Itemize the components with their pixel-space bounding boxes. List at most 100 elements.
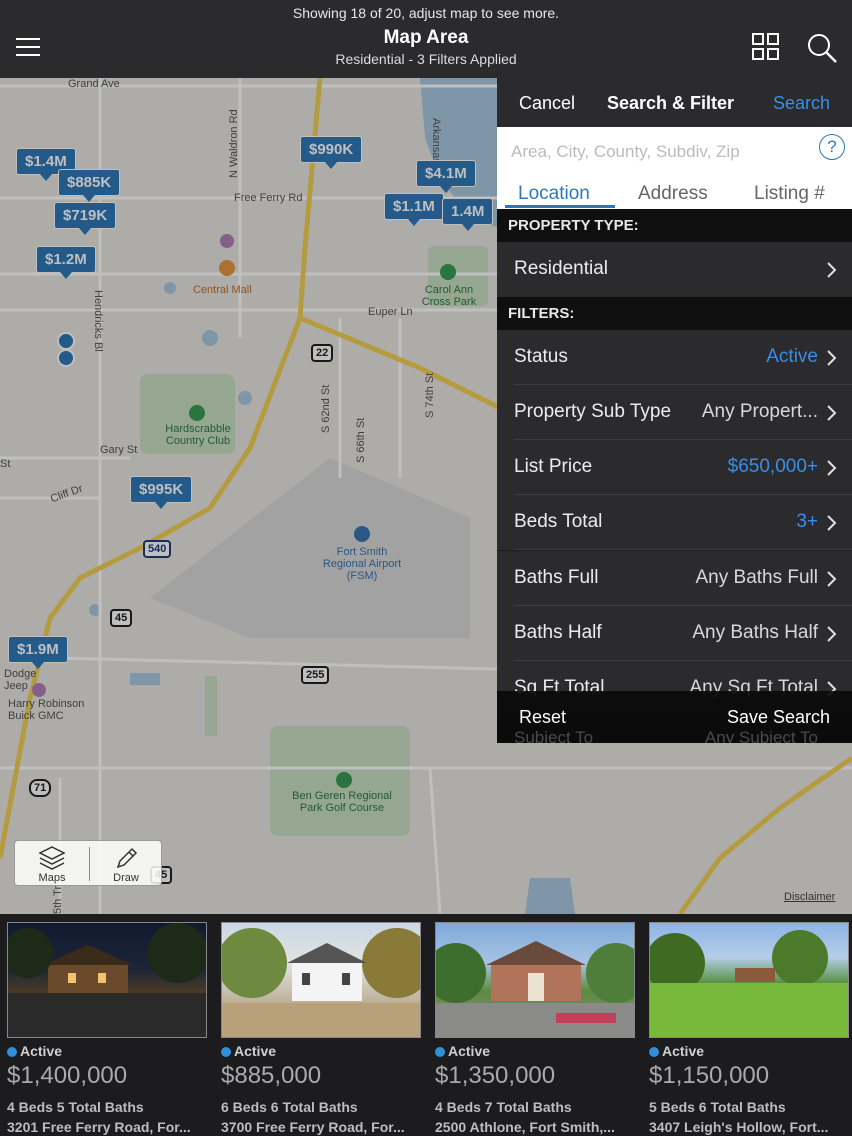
listing-beds-baths: 5 Beds 6 Total Baths xyxy=(649,1099,786,1115)
map-price-pin[interactable]: $719K xyxy=(54,202,117,235)
listing-status: Active xyxy=(649,1043,704,1059)
maps-layers-button[interactable]: Maps xyxy=(15,841,89,887)
interstate-shield: 540 xyxy=(143,540,172,558)
car-dealer-icon xyxy=(32,683,46,697)
filter-label: Status xyxy=(514,346,568,367)
filter-value: Any Propert... xyxy=(701,401,818,422)
listing-carousel: Active $1,400,000 4 Beds 5 Total Baths 3… xyxy=(0,914,852,1136)
save-search-button[interactable]: Save Search xyxy=(727,707,830,728)
app-root: Showing 18 of 20, adjust map to see more… xyxy=(0,0,852,1136)
map-label-ben-geren: Ben Geren Regional Park Golf Course xyxy=(292,790,392,814)
active-tab-indicator xyxy=(505,205,615,208)
filter-value: 3+ xyxy=(796,511,818,532)
hospital-icon xyxy=(220,234,234,248)
filter-row-baths-full[interactable]: Baths Full Any Baths Full xyxy=(497,551,852,606)
listing-status-text: Active xyxy=(234,1043,277,1059)
search-button[interactable]: Search xyxy=(773,93,830,114)
park-icon xyxy=(336,772,352,788)
filter-value: Active xyxy=(766,346,818,367)
page-subtitle: Residential - 3 Filters Applied xyxy=(335,51,517,67)
map-listing-dot[interactable] xyxy=(57,332,75,350)
map-price-pin[interactable]: $1.9M xyxy=(8,636,68,669)
map-label-grand-ave: Grand Ave xyxy=(68,78,120,90)
filter-row-beds-total[interactable]: Beds Total 3+ xyxy=(497,495,852,550)
map-label-hardscrabble: Hardscrabble Country Club xyxy=(165,423,231,447)
maps-label: Maps xyxy=(38,872,66,884)
search-icon[interactable] xyxy=(806,32,838,64)
listing-status-text: Active xyxy=(448,1043,491,1059)
reset-button[interactable]: Reset xyxy=(519,707,566,728)
filter-row-property-sub-type[interactable]: Property Sub Type Any Propert... xyxy=(497,385,852,440)
map-label-st: St xyxy=(0,458,11,470)
listing-price: $1,150,000 xyxy=(649,1062,770,1089)
tab-listing-number[interactable]: Listing # xyxy=(754,183,825,205)
map-price-pin[interactable]: 1.4M xyxy=(442,198,494,231)
map-label-carol-ann: Carol Ann Cross Park xyxy=(421,284,477,308)
listing-status-text: Active xyxy=(662,1043,705,1059)
map-price-pin[interactable]: $1.1M xyxy=(384,193,444,226)
listing-status-text: Active xyxy=(20,1043,63,1059)
golf-course-icon xyxy=(189,405,205,421)
map-label-euper: Euper Ln xyxy=(368,306,413,318)
active-status-dot xyxy=(435,1047,445,1057)
listing-photo xyxy=(7,922,207,1038)
chevron-right-icon xyxy=(827,262,837,278)
grid-view-icon[interactable] xyxy=(752,33,780,61)
highway-shield: 255 xyxy=(301,666,330,684)
highway-shield: 22 xyxy=(311,344,334,362)
property-type-value: Residential xyxy=(514,258,608,279)
map-label-s62: S 62nd St xyxy=(320,384,332,433)
chevron-right-icon xyxy=(827,460,837,476)
map-label-central-mall: Central Mall xyxy=(193,284,252,296)
chevron-right-icon xyxy=(827,515,837,531)
map-price-pin[interactable]: $885K xyxy=(58,169,121,202)
cancel-button[interactable]: Cancel xyxy=(519,93,575,114)
map-label-hendricks: Hendricks Bl xyxy=(92,290,104,352)
draw-label: Draw xyxy=(113,872,139,884)
listing-card[interactable]: Active $885,000 6 Beds 6 Total Baths 370… xyxy=(221,922,423,1135)
map-label-airport: Fort Smith Regional Airport (FSM) xyxy=(322,546,402,582)
map-listing-dot[interactable] xyxy=(57,349,75,367)
mall-icon xyxy=(219,260,235,276)
map-label-s66: S 66th St xyxy=(355,417,367,463)
listing-card[interactable]: Active $1,150,000 5 Beds 6 Total Baths 3… xyxy=(649,922,851,1135)
property-type-header: PROPERTY TYPE: xyxy=(497,209,852,242)
help-icon[interactable]: ? xyxy=(819,134,845,160)
row-divider xyxy=(514,549,852,550)
filter-value: $650,000+ xyxy=(727,456,818,477)
map-price-pin[interactable]: $995K xyxy=(130,476,193,509)
map-price-pin[interactable]: $990K xyxy=(300,136,363,169)
map-label-free-ferry: Free Ferry Rd xyxy=(234,192,303,204)
tab-address[interactable]: Address xyxy=(638,183,708,205)
filter-row-list-price[interactable]: List Price $650,000+ xyxy=(497,440,852,495)
property-type-row[interactable]: Residential xyxy=(497,242,852,297)
map-price-pin[interactable]: $1.2M xyxy=(36,246,96,279)
filter-value: Any Baths Full xyxy=(695,567,819,588)
filters-header: FILTERS: xyxy=(497,297,852,330)
filter-row-baths-half[interactable]: Baths Half Any Baths Half xyxy=(497,606,852,661)
listing-card[interactable]: Active $1,350,000 4 Beds 7 Total Baths 2… xyxy=(435,922,637,1135)
listing-price: $1,350,000 xyxy=(435,1062,556,1089)
draw-button[interactable]: Draw xyxy=(89,841,163,887)
filter-label: Baths Half xyxy=(514,622,602,643)
listing-card[interactable]: Active $1,400,000 4 Beds 5 Total Baths 3… xyxy=(7,922,209,1135)
listing-address: 3201 Free Ferry Road, For... xyxy=(7,1119,191,1135)
layers-icon xyxy=(38,846,66,870)
disclaimer-link[interactable]: Disclaimer xyxy=(784,891,835,903)
filter-row-status[interactable]: Status Active xyxy=(497,330,852,385)
listing-status: Active xyxy=(7,1043,62,1059)
listing-beds-baths: 6 Beds 6 Total Baths xyxy=(221,1099,358,1115)
top-bar: Showing 18 of 20, adjust map to see more… xyxy=(0,0,852,78)
listing-beds-baths: 4 Beds 7 Total Baths xyxy=(435,1099,572,1115)
chevron-right-icon xyxy=(827,571,837,587)
location-search-input[interactable] xyxy=(511,137,811,167)
tab-location[interactable]: Location xyxy=(518,183,590,205)
map-label-s74: S 74th St xyxy=(424,372,436,418)
listing-price: $885,000 xyxy=(221,1062,322,1089)
listing-photo xyxy=(221,922,421,1038)
filter-value: Any Baths Half xyxy=(692,622,818,643)
chevron-right-icon xyxy=(827,626,837,642)
panel-title: Search & Filter xyxy=(607,93,735,113)
map-price-pin[interactable]: $4.1M xyxy=(416,160,476,193)
map-label-harry: Harry Robinson Buick GMC xyxy=(8,698,85,722)
